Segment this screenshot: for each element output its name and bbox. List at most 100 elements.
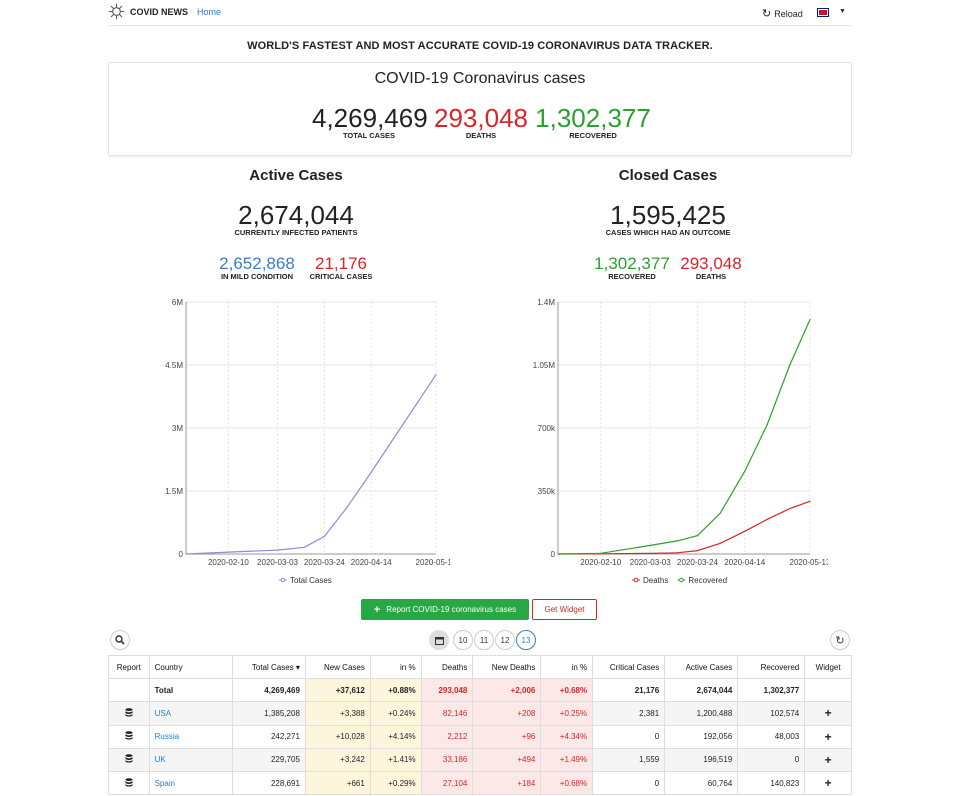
table-cell: 228,691	[231, 770, 306, 796]
table-cell: +0.88%	[369, 678, 422, 703]
critical-stat: 21,176 CRITICAL CASES	[304, 255, 378, 281]
x-tick-label: 2020-04-14	[351, 558, 392, 567]
table-cell: 27,104	[420, 770, 474, 796]
table-cell: +494	[472, 747, 542, 772]
data-point	[227, 551, 230, 553]
closed-deaths-stat: 293,048 DEATHS	[676, 255, 746, 281]
data-point	[719, 542, 721, 544]
table-cell: +4.14%	[369, 724, 422, 749]
day-button-10[interactable]: 10	[453, 630, 473, 650]
data-point	[557, 553, 559, 555]
add-widget-icon[interactable]: +	[804, 724, 852, 749]
data-point	[696, 549, 699, 552]
table-cell: +96	[472, 724, 542, 749]
y-tick-label: 700k	[538, 424, 556, 433]
data-point	[789, 364, 791, 366]
virus-logo-icon	[108, 3, 125, 20]
x-tick-label: 2020-05-13	[790, 558, 828, 567]
search-icon	[115, 635, 125, 645]
get-widget-button[interactable]: Get Widget	[532, 599, 597, 620]
refresh-icon: ↻	[835, 634, 845, 647]
data-point	[346, 507, 348, 509]
data-point	[276, 549, 279, 551]
table-cell: Total	[148, 678, 233, 703]
col-new-cases[interactable]: New Cases	[304, 654, 371, 680]
closed-deaths-label: DEATHS	[695, 272, 727, 281]
col-report: Report	[108, 654, 150, 680]
col-deaths[interactable]: Deaths	[420, 654, 474, 680]
closed-recovered-value: 1,302,377	[594, 254, 670, 273]
table-cell: +1.41%	[369, 747, 422, 772]
data-point	[744, 470, 746, 472]
col-new-cases-pct[interactable]: in %	[369, 654, 422, 680]
closed-cases-chart: 0 350k 700k 1.05M 1.4M 2020-02-10 2020-03-03 20…	[533, 298, 828, 585]
table-cell: 33,186	[420, 747, 474, 772]
table-cell: +208	[472, 701, 542, 726]
table-cell: 196,519	[664, 747, 739, 772]
table-cell: 0	[592, 770, 666, 796]
report-cell[interactable]	[108, 770, 150, 796]
legend-marker	[280, 577, 286, 583]
brand[interactable]: COVID NEWS	[108, 3, 188, 20]
report-cases-button[interactable]: + Report COVID-19 coronavirus cases	[361, 599, 529, 620]
table-cell: 293,048	[420, 678, 474, 703]
x-tick-label: 2020-02-10	[580, 558, 621, 567]
country-link[interactable]: UK	[148, 747, 233, 772]
brand-name: COVID NEWS	[130, 6, 189, 17]
day-button-11[interactable]: 11	[474, 630, 494, 650]
table-cell: +0.29%	[369, 770, 422, 796]
table-cell: +0.25%	[540, 701, 594, 726]
table-cell: 229,705	[231, 747, 306, 772]
country-link[interactable]: USA	[148, 701, 233, 726]
day-button-12[interactable]: 12	[495, 630, 515, 650]
summary-title: COVID-19 Coronavirus cases	[374, 70, 586, 87]
deaths-value: 293,048	[434, 103, 528, 133]
col-new-deaths-pct[interactable]: in %	[540, 654, 594, 680]
day-button-13[interactable]: 13	[516, 630, 536, 650]
col-recovered[interactable]: Recovered	[737, 654, 806, 680]
plus-icon: +	[373, 603, 381, 616]
active-cases-stat: 2,674,044 CURRENTLY INFECTED PATIENTS	[110, 202, 482, 237]
add-widget-icon[interactable]: +	[804, 701, 852, 726]
table-cell: +2,006	[472, 678, 542, 703]
recovered-value: 1,302,377	[535, 103, 651, 133]
data-point	[696, 535, 699, 537]
search-button[interactable]	[110, 630, 130, 650]
country-link[interactable]: Spain	[148, 770, 233, 796]
refresh-button[interactable]: ↻	[830, 630, 850, 650]
calendar-button[interactable]	[429, 630, 449, 650]
table-row: Spain 228,691 +661 +0.29% 27,104 +184 +0.68% 0 6…	[108, 770, 852, 796]
reload-button[interactable]: ↻ Reload	[762, 7, 803, 20]
add-widget-icon[interactable]: +	[804, 747, 852, 772]
report-cell[interactable]	[108, 724, 150, 749]
add-widget-icon[interactable]: +	[804, 770, 852, 796]
data-point	[323, 535, 325, 537]
col-total-cases-label: Total Cases	[251, 662, 294, 672]
col-critical[interactable]: Critical Cases	[592, 654, 666, 680]
report-cell[interactable]	[108, 701, 150, 726]
data-point	[649, 552, 651, 555]
table-cell: 192,056	[664, 724, 739, 749]
legend-label: Recovered	[688, 576, 727, 585]
country-link[interactable]: Russia	[148, 724, 233, 749]
col-new-deaths[interactable]: New Deaths	[472, 654, 542, 680]
col-active[interactable]: Active Cases	[664, 654, 739, 680]
col-total-cases[interactable]: Total Cases ▾	[231, 654, 306, 680]
legend-label: Total Cases	[290, 576, 332, 585]
table-row: USA 1,385,208 +3,388 +0.24% 82,146 +208 +0.25%…	[108, 701, 852, 726]
table-cell: +661	[304, 770, 371, 796]
mild-stat: 2,652,868 IN MILD CONDITION	[212, 255, 302, 281]
col-country[interactable]: Country	[148, 654, 233, 680]
data-point	[789, 508, 791, 510]
data-point	[719, 512, 721, 515]
table-cell: 1,302,377	[737, 678, 806, 703]
table-row: UK 229,705 +3,242 +1.41% 33,186 +494 +1.49% 1,5…	[108, 747, 852, 772]
database-icon	[125, 754, 133, 763]
closed-cases-stat: 1,595,425 CASES WHICH HAD AN OUTCOME	[482, 202, 854, 237]
report-cell[interactable]	[108, 747, 150, 772]
language-caret-icon[interactable]: ▼	[839, 8, 846, 15]
home-link[interactable]: Home	[197, 7, 221, 17]
uk-flag-icon[interactable]	[817, 8, 829, 17]
total-cases-value: 4,269,469	[312, 103, 428, 133]
table-row: Russia 242,271 +10,028 +4.14% 2,212 +96 +4.34%…	[108, 724, 852, 749]
